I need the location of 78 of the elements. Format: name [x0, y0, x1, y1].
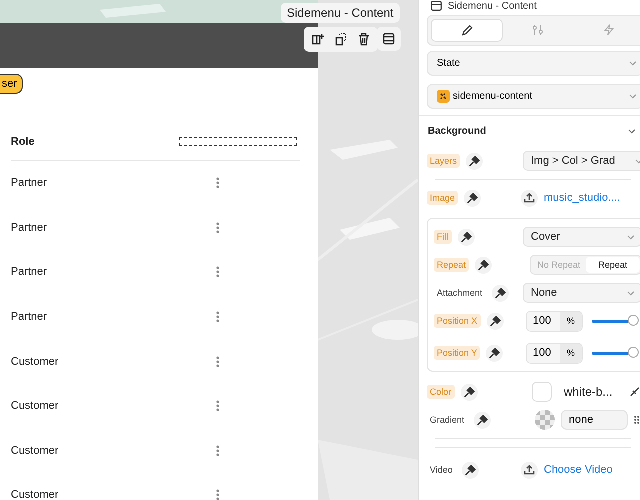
class-icon	[437, 90, 450, 103]
drag-handle-icon[interactable]	[634, 415, 640, 425]
unlink-button[interactable]	[475, 256, 492, 274]
element-label: Sidemenu - Content	[281, 3, 400, 23]
more-icon[interactable]	[216, 266, 220, 278]
select-field[interactable]: Img > Col > Grad	[523, 151, 640, 171]
slider[interactable]	[592, 348, 640, 358]
table-cell: Customer	[11, 444, 59, 457]
segment-option[interactable]: Repeat	[586, 257, 640, 273]
property-label: Gradient	[429, 414, 466, 427]
file-link[interactable]: Choose Video	[544, 464, 640, 476]
sliders-icon	[532, 24, 544, 36]
trash-icon[interactable]	[358, 33, 370, 46]
column-header: Role	[11, 136, 35, 148]
table-cell: Customer	[11, 356, 59, 368]
number-field[interactable]: 100 %	[526, 310, 583, 332]
unlink-button[interactable]	[462, 462, 479, 478]
more-icon[interactable]	[216, 400, 220, 412]
layout-button[interactable]	[377, 27, 401, 51]
color-swatch[interactable]	[532, 382, 552, 402]
upload-button[interactable]	[521, 462, 538, 478]
more-icon[interactable]	[216, 489, 220, 500]
property-label: Position X	[434, 314, 481, 328]
table-cell: Partner	[11, 177, 48, 190]
more-icon[interactable]	[216, 177, 220, 190]
pencil-icon	[461, 24, 474, 36]
class-dropdown[interactable]: sidemenu-content	[427, 84, 640, 109]
panel-title: Sidemenu - Content	[448, 0, 537, 12]
property-label: Layers	[427, 154, 460, 168]
unlink-button[interactable]	[460, 384, 478, 400]
property-label: Color	[427, 385, 455, 399]
unlink-icon[interactable]	[630, 387, 640, 397]
table-cell: Partner	[11, 222, 48, 234]
property-label: Video	[429, 464, 454, 477]
upload-button[interactable]	[521, 190, 538, 206]
select-field[interactable]: Cover	[523, 227, 640, 247]
unlink-button[interactable]	[464, 190, 482, 206]
transparent-swatch[interactable]	[535, 410, 555, 430]
color-value: white-b...	[564, 385, 614, 399]
unlink-button[interactable]	[492, 284, 509, 302]
chevron-icon	[629, 61, 637, 66]
table-cell: Partner	[11, 266, 48, 278]
file-link[interactable]: music_studio....	[544, 192, 640, 204]
chevron-icon[interactable]	[628, 129, 636, 134]
more-icon[interactable]	[216, 311, 220, 324]
more-icon[interactable]	[216, 356, 220, 368]
unlink-button[interactable]	[486, 312, 504, 330]
upload-icon	[524, 193, 535, 203]
bolt-icon	[602, 24, 615, 36]
property-label: Image	[427, 191, 458, 205]
panel-icon	[383, 33, 395, 45]
add-component-icon[interactable]	[312, 33, 325, 46]
number-field[interactable]: 100 %	[526, 342, 583, 364]
user-tag: ser	[0, 74, 24, 94]
property-label: Attachment	[436, 287, 484, 300]
upload-icon	[524, 465, 535, 475]
table-cell: Partner	[11, 311, 48, 324]
panel-icon	[431, 1, 442, 11]
more-icon[interactable]	[216, 222, 220, 234]
select-field[interactable]: None	[523, 283, 640, 303]
section-title[interactable]: Background	[428, 126, 486, 137]
property-label: Fill	[434, 230, 452, 244]
chevron-icon	[627, 290, 635, 296]
property-label: Position Y	[434, 346, 480, 360]
unlink-button[interactable]	[486, 344, 504, 362]
table-cell: Customer	[11, 400, 59, 412]
gradient-field[interactable]: none	[561, 410, 628, 430]
chevron-icon	[629, 94, 637, 99]
duplicate-icon[interactable]	[335, 33, 348, 46]
chevron-icon	[627, 234, 635, 240]
slider[interactable]	[592, 316, 640, 326]
unlink-button[interactable]	[466, 152, 484, 170]
state-dropdown[interactable]: State	[427, 51, 640, 76]
unlink-button[interactable]	[458, 228, 474, 246]
more-icon[interactable]	[216, 444, 220, 457]
unlink-button[interactable]	[474, 412, 491, 428]
property-label: Repeat	[434, 258, 470, 272]
table-cell: Customer	[11, 489, 59, 500]
